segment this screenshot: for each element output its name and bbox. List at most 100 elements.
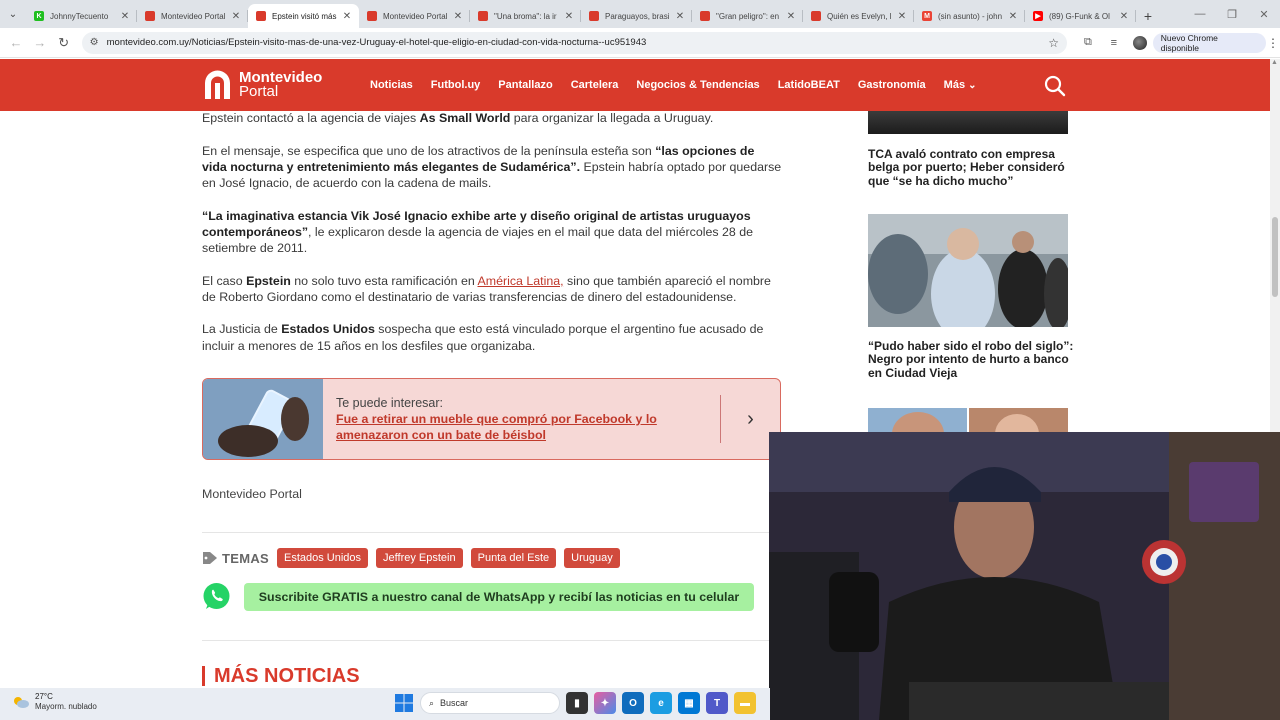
browser-tab[interactable]: Montevideo Portal ✕ xyxy=(137,4,248,28)
browser-tabstrip: ⌄ K JohnnyTecuento ✕ Montevideo Portal ✕ Epst… xyxy=(0,0,1280,28)
tab-favicon-icon: ▶ xyxy=(1033,11,1043,21)
tab-favicon-icon xyxy=(700,11,710,21)
tab-search-chevron-icon[interactable]: ⌄ xyxy=(0,0,26,28)
tab-close-icon[interactable]: ✕ xyxy=(785,11,797,22)
back-arrow-icon[interactable]: ← xyxy=(4,35,28,50)
sidebar-news-image[interactable] xyxy=(969,408,1068,434)
nav-item[interactable]: Gastronomía xyxy=(858,79,926,91)
nav-item[interactable]: Negocios & Tendencias xyxy=(636,79,759,91)
chrome-update-button[interactable]: Nuevo Chrome disponible xyxy=(1152,32,1267,53)
file-explorer-icon[interactable]: ▬ xyxy=(734,692,756,714)
nav-item[interactable]: LatidoBEAT xyxy=(778,79,840,91)
copilot-icon[interactable]: ✦ xyxy=(594,692,616,714)
windows-start-icon[interactable] xyxy=(394,693,414,713)
address-bar[interactable]: ⚙ montevideo.com.uy/Noticias/Epstein-vis… xyxy=(81,31,1068,54)
scrollbar-thumb[interactable] xyxy=(1272,217,1278,297)
site-logo[interactable]: Montevideo Portal xyxy=(202,69,322,100)
sidebar-news-image[interactable] xyxy=(868,408,967,434)
browser-tab[interactable]: M (sin asunto) - john ✕ xyxy=(914,4,1025,28)
tab-favicon-icon xyxy=(367,11,377,21)
reload-icon[interactable]: ↻ xyxy=(52,35,76,51)
whatsapp-subscribe-button[interactable]: Suscribite GRATIS a nuestro canal de Wha… xyxy=(244,583,754,611)
related-title-link[interactable]: Fue a retirar un mueble que compró por F… xyxy=(336,411,706,443)
whatsapp-icon[interactable] xyxy=(202,582,231,611)
tab-title: Montevideo Portal xyxy=(161,11,226,21)
site-info-icon[interactable]: ⚙ xyxy=(90,37,99,48)
tab-close-icon[interactable]: ✕ xyxy=(230,11,242,22)
nav-item[interactable]: Cartelera xyxy=(571,79,619,91)
browser-tab[interactable]: Paraguayos, brasi ✕ xyxy=(581,4,692,28)
outlook-icon[interactable]: O xyxy=(622,692,644,714)
paragraph: Epstein contactó a la agencia de viajes … xyxy=(202,111,714,125)
browser-menu-icon[interactable]: ⋮ xyxy=(1266,36,1280,50)
tab-title: Montevideo Portal xyxy=(383,11,448,21)
tab-close-icon[interactable]: ✕ xyxy=(896,11,908,22)
nav-item[interactable]: Pantallazo xyxy=(498,79,552,91)
browser-tab[interactable]: ▶ (89) G-Funk & Ol ✕ xyxy=(1025,4,1136,28)
tab-title: Epstein visitó más xyxy=(272,11,337,21)
search-icon: ⌕ xyxy=(429,697,435,708)
paragraph: “La imaginativa estancia Vik José Ignaci… xyxy=(202,208,753,255)
browser-tab[interactable]: Quién es Evelyn, l ✕ xyxy=(803,4,914,28)
tab-close-icon[interactable]: ✕ xyxy=(563,11,575,22)
paragraph: El caso Epstein no solo tuvo esta ramifi… xyxy=(202,273,771,304)
tab-close-icon[interactable]: ✕ xyxy=(119,11,131,22)
america-latina-link[interactable]: América Latina, xyxy=(478,274,564,288)
tab-title: (89) G-Funk & Ol xyxy=(1049,11,1110,21)
scroll-up-icon[interactable]: ▲ xyxy=(1271,59,1278,66)
browser-tab[interactable]: Epstein visitó más ✕ xyxy=(248,4,359,28)
taskbar-search[interactable]: ⌕ Buscar xyxy=(420,692,560,714)
topic-tags: Estados Unidos Jeffrey Epstein Punta del E… xyxy=(277,548,628,568)
browser-tab[interactable]: K JohnnyTecuento ✕ xyxy=(26,4,137,28)
weather-widget[interactable]: 27°C Mayorm. nublado xyxy=(12,692,97,712)
nav-item[interactable]: Futbol.uy xyxy=(431,79,481,91)
topic-tag[interactable]: Jeffrey Epstein xyxy=(376,548,463,568)
related-article-card[interactable]: Te puede interesar: Fue a retirar un mue… xyxy=(202,378,781,460)
sidebar-news-image[interactable] xyxy=(868,214,1068,327)
topic-tag[interactable]: Estados Unidos xyxy=(277,548,369,568)
topic-tag[interactable]: Uruguay xyxy=(564,548,620,568)
tab-close-icon[interactable]: ✕ xyxy=(674,11,686,22)
divider xyxy=(202,532,770,533)
paragraph: En el mensaje, se especifica que uno de … xyxy=(202,143,782,190)
teams-icon[interactable]: T xyxy=(706,692,728,714)
tab-title: Quién es Evelyn, l xyxy=(827,11,892,21)
nav-item[interactable]: Noticias xyxy=(370,79,413,91)
task-view-icon[interactable]: ▮ xyxy=(566,692,588,714)
tab-favicon-icon: K xyxy=(34,11,44,21)
extensions-icon[interactable]: ⧉ xyxy=(1075,36,1101,49)
nav-more-menu[interactable]: Más ⌄ xyxy=(944,79,977,91)
tab-close-icon[interactable]: ✕ xyxy=(452,11,464,22)
browser-tab[interactable]: "Gran peligro": en ✕ xyxy=(692,4,803,28)
browser-tab[interactable]: Montevideo Portal ✕ xyxy=(359,4,470,28)
tab-separator xyxy=(1135,10,1136,22)
tab-favicon-icon: M xyxy=(922,11,932,21)
tab-title: "Gran peligro": en xyxy=(716,11,780,21)
store-icon[interactable]: ▦ xyxy=(678,692,700,714)
tab-favicon-icon xyxy=(478,11,488,21)
tab-close-icon[interactable]: ✕ xyxy=(1118,11,1130,22)
edge-icon[interactable]: e xyxy=(650,692,672,714)
sidebar-news-image[interactable] xyxy=(868,111,1068,134)
tab-favicon-icon xyxy=(589,11,599,21)
reading-list-icon[interactable]: ≡ xyxy=(1101,37,1127,49)
tab-close-icon[interactable]: ✕ xyxy=(341,11,353,22)
bookmark-star-icon[interactable]: ☆ xyxy=(1048,36,1059,50)
new-tab-button[interactable]: + xyxy=(1136,4,1160,28)
topic-tag[interactable]: Punta del Este xyxy=(470,548,557,568)
tab-close-icon[interactable]: ✕ xyxy=(1007,11,1019,22)
minimize-icon[interactable]: — xyxy=(1184,8,1216,20)
sidebar-headline-1[interactable]: TCA avaló contrato con empresa belga por… xyxy=(868,147,1074,188)
tag-icon xyxy=(203,552,217,564)
url-text[interactable]: montevideo.com.uy/Noticias/Epstein-visit… xyxy=(107,37,1049,48)
tab-favicon-icon xyxy=(811,11,821,21)
forward-arrow-icon[interactable]: → xyxy=(28,35,52,50)
window-controls: — ❐ ✕ xyxy=(1184,0,1280,28)
close-window-icon[interactable]: ✕ xyxy=(1248,8,1280,21)
webcam-overlay-image xyxy=(769,432,1280,720)
search-icon[interactable] xyxy=(1044,75,1066,97)
browser-tab[interactable]: "Una broma": la ir ✕ xyxy=(470,4,581,28)
restore-icon[interactable]: ❐ xyxy=(1216,8,1248,21)
profile-avatar[interactable] xyxy=(1132,35,1147,50)
sidebar-headline-2[interactable]: “Pudo haber sido el robo del siglo”: Neg… xyxy=(868,339,1074,380)
